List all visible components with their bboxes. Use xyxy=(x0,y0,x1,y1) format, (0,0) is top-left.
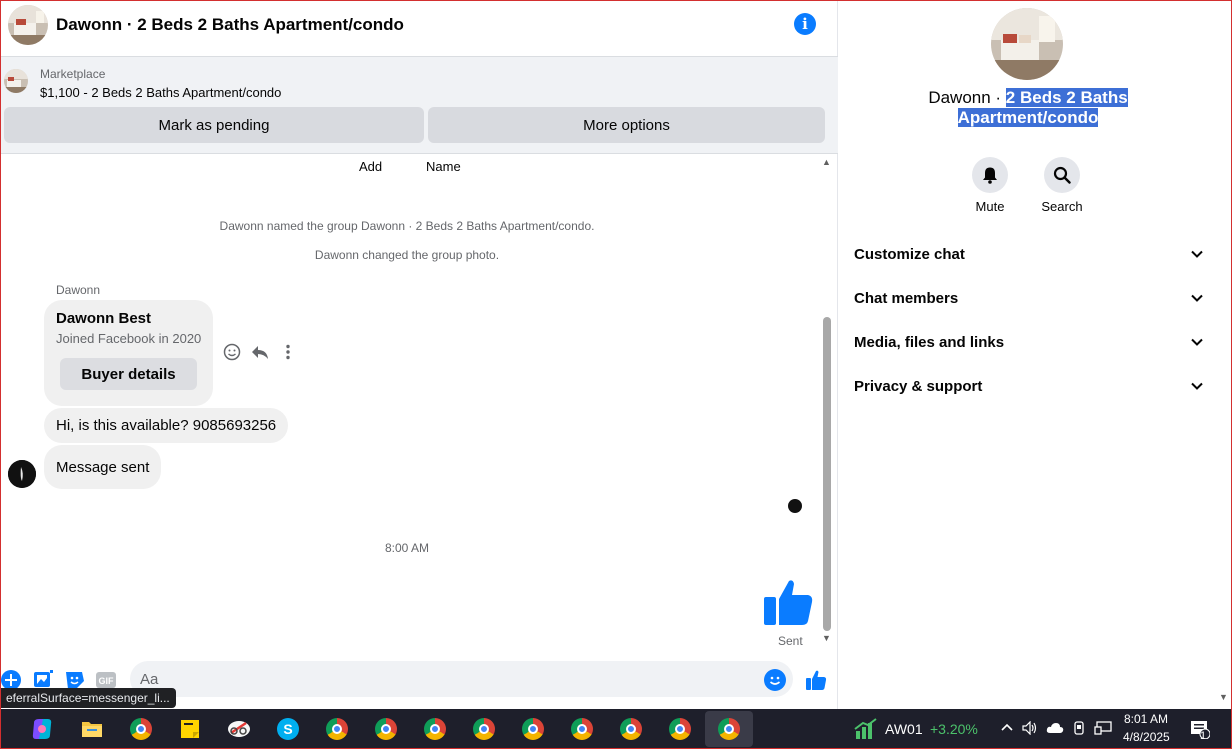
copilot-icon[interactable] xyxy=(28,715,56,743)
mark-as-pending-button[interactable]: Mark as pending xyxy=(4,107,424,143)
group-profile-photo[interactable] xyxy=(991,8,1063,80)
system-message: Dawonn changed the group photo. xyxy=(314,248,500,262)
chat-header: Dawonn · 2 Beds 2 Baths Apartment/condo … xyxy=(0,0,838,57)
svg-text:S: S xyxy=(283,721,292,737)
chrome-profile-icon-active[interactable] xyxy=(705,711,753,747)
name-group-label[interactable]: Name xyxy=(426,159,461,174)
chevron-up-icon[interactable] xyxy=(1000,721,1014,738)
chevron-down-icon xyxy=(1191,294,1203,302)
chrome-profile-icon[interactable] xyxy=(617,715,645,743)
chevron-down-icon xyxy=(1191,382,1203,390)
mute-label: Mute xyxy=(975,199,1005,214)
message-thread: Add Name Dawonn named the group Dawonn ·… xyxy=(0,155,822,655)
emoji-icon[interactable] xyxy=(764,669,786,691)
system-message: Dawonn named the group Dawonn · 2 Beds 2… xyxy=(219,219,595,233)
profile-card: Dawonn Best Joined Facebook in 2020 Buye… xyxy=(44,300,213,406)
send-like-icon[interactable] xyxy=(804,668,828,692)
sidebar-title-plain: Dawonn · xyxy=(928,88,1006,107)
sidebar-title-selected: Apartment/condo xyxy=(957,108,1099,127)
onedrive-cloud-icon[interactable] xyxy=(1046,721,1064,738)
sender-name: Dawonn xyxy=(56,283,101,297)
chat-info-sidebar: Dawonn · 2 Beds 2 Baths Apartment/condo … xyxy=(838,0,1232,709)
chat-title[interactable]: Dawonn · 2 Beds 2 Baths Apartment/condo xyxy=(56,15,404,35)
more-options-button[interactable]: More options xyxy=(428,107,825,143)
meet-now-icon[interactable] xyxy=(1072,721,1086,738)
marketplace-label: Marketplace xyxy=(40,67,106,81)
chrome-profile-icon[interactable] xyxy=(519,715,547,743)
marketplace-banner: Marketplace $1,100 - 2 Beds 2 Baths Apar… xyxy=(0,57,838,154)
windows-taskbar: S AW01 +3.20% 8:01 AM 4/8/2025 1 xyxy=(0,709,1232,749)
search-label: Search xyxy=(1041,199,1083,214)
sidebar-title-selected: 2 Beds 2 Baths xyxy=(1005,88,1128,107)
snipping-tool-icon[interactable] xyxy=(225,715,253,743)
chat-pane: Dawonn · 2 Beds 2 Baths Apartment/condo … xyxy=(0,0,838,709)
chrome-profile-icon[interactable] xyxy=(421,715,449,743)
volume-icon[interactable] xyxy=(1022,720,1038,738)
search-icon[interactable] xyxy=(1044,157,1080,193)
thumbs-up-icon[interactable] xyxy=(760,575,816,631)
sidebar-scroll-down-arrow-icon[interactable]: ▼ xyxy=(1219,692,1228,702)
reply-icon[interactable] xyxy=(250,343,270,363)
buyer-details-button[interactable]: Buyer details xyxy=(60,358,197,390)
message-input[interactable]: Aa xyxy=(130,661,793,697)
clock-date[interactable]: 4/8/2025 xyxy=(1123,730,1170,744)
stock-chart-icon[interactable] xyxy=(852,715,880,743)
stock-symbol[interactable]: AW01 xyxy=(885,721,923,737)
message-timestamp: 8:00 AM xyxy=(384,541,430,555)
file-explorer-icon[interactable] xyxy=(78,715,106,743)
listing-title[interactable]: $1,100 - 2 Beds 2 Baths Apartment/condo xyxy=(40,85,281,100)
profile-card-name: Dawonn Best xyxy=(56,310,152,327)
clock-time[interactable]: 8:01 AM xyxy=(1124,712,1168,726)
network-icon[interactable] xyxy=(1094,721,1112,738)
scrollbar-thumb[interactable] xyxy=(823,317,831,631)
sidebar-item-customize-chat[interactable]: Customize chat xyxy=(854,232,1204,276)
bell-icon[interactable] xyxy=(972,157,1008,193)
thread-scrollbar[interactable]: ▲ ▼ xyxy=(820,155,834,647)
gif-icon-label: GIF xyxy=(99,676,115,686)
sidebar-item-label: Customize chat xyxy=(854,245,965,263)
sidebar-item-media-files-links[interactable]: Media, files and links xyxy=(854,320,1204,364)
profile-card-subtitle: Joined Facebook in 2020 xyxy=(56,331,202,346)
message-bubble[interactable]: Message sent xyxy=(44,445,162,489)
skype-icon[interactable]: S xyxy=(274,715,302,743)
chevron-down-icon xyxy=(1191,250,1203,258)
sticky-notes-icon[interactable] xyxy=(176,715,204,743)
group-avatar[interactable] xyxy=(8,5,48,45)
chrome-icon[interactable] xyxy=(127,715,155,743)
sender-avatar[interactable] xyxy=(8,460,36,488)
more-vertical-icon[interactable] xyxy=(278,343,298,363)
chrome-profile-icon[interactable] xyxy=(666,715,694,743)
react-emoji-icon[interactable] xyxy=(222,343,242,363)
scroll-down-arrow-icon[interactable]: ▼ xyxy=(822,633,831,643)
info-icon[interactable]: i xyxy=(794,13,816,35)
chrome-profile-icon[interactable] xyxy=(470,715,498,743)
chrome-profile-icon[interactable] xyxy=(323,715,351,743)
add-people-label[interactable]: Add xyxy=(359,159,382,174)
sent-status: Sent xyxy=(778,634,803,648)
sidebar-chat-title[interactable]: Dawonn · 2 Beds 2 Baths Apartment/condo xyxy=(838,88,1218,128)
chrome-profile-icon[interactable] xyxy=(568,715,596,743)
sidebar-item-label: Privacy & support xyxy=(854,377,983,395)
search-action[interactable]: Search xyxy=(1032,157,1092,214)
link-hover-status: eferralSurface=messenger_li... xyxy=(0,688,176,708)
listing-thumbnail[interactable] xyxy=(4,69,28,93)
sidebar-item-chat-members[interactable]: Chat members xyxy=(854,276,1204,320)
scroll-up-arrow-icon[interactable]: ▲ xyxy=(822,157,831,167)
seen-avatar xyxy=(788,499,802,513)
chevron-down-icon xyxy=(1191,338,1203,346)
stock-change: +3.20% xyxy=(930,721,978,737)
mute-action[interactable]: Mute xyxy=(960,157,1020,214)
sidebar-item-label: Media, files and links xyxy=(854,333,1005,351)
sidebar-item-label: Chat members xyxy=(854,289,959,307)
message-bubble[interactable]: Hi, is this available? 9085693256 xyxy=(44,408,289,443)
sidebar-item-privacy-support[interactable]: Privacy & support xyxy=(854,364,1204,408)
notification-count: 1 xyxy=(1200,730,1207,742)
chrome-profile-icon[interactable] xyxy=(372,715,400,743)
